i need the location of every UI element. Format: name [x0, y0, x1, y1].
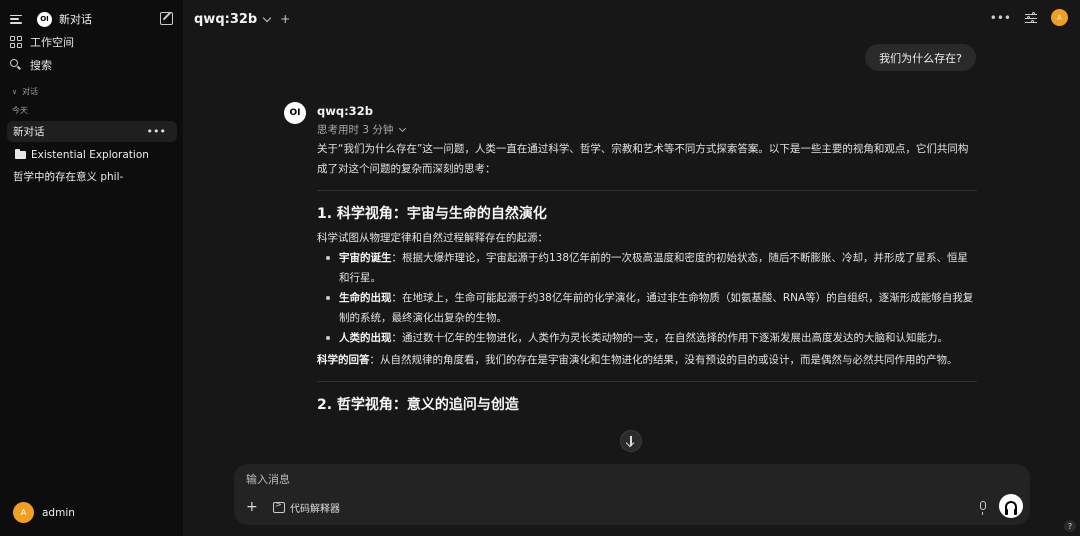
sidebar: OI 新对话 工作空间 搜索 ∨ 对话 今天 新对话 ••• Existenti…	[0, 0, 183, 536]
avatar[interactable]: A	[1051, 9, 1068, 26]
new-chat-edit-icon[interactable]	[160, 12, 173, 25]
model-name: qwq:32b	[194, 11, 258, 27]
list-item-text: ：在地球上，生命可能起源于约38亿年前的化学演化，通过非生命物质（如氨基酸、RN…	[339, 292, 974, 324]
search-icon	[10, 59, 22, 71]
search-label: 搜索	[30, 59, 52, 72]
more-options-icon[interactable]: •••	[990, 11, 1011, 25]
assistant-name: qwq:32b	[317, 104, 373, 118]
model-selector[interactable]: qwq:32b +	[194, 10, 290, 28]
chat-item-folder[interactable]: Existential Exploration	[7, 144, 177, 165]
conclusion-paragraph: 科学的回答：从自然规律的角度看，我们的存在是宇宙演化和生物进化的结果，没有预设的…	[317, 350, 977, 370]
chevron-down-icon	[262, 13, 272, 22]
divider	[317, 190, 977, 191]
assistant-avatar: OI	[284, 102, 306, 124]
thinking-label: 思考用时 3 分钟	[317, 124, 394, 136]
scroll-to-bottom-button[interactable]	[620, 430, 642, 452]
folder-icon	[15, 148, 26, 159]
sidebar-item-search[interactable]: 搜索	[10, 56, 175, 74]
message-input[interactable]	[246, 473, 946, 486]
chevron-down-icon	[399, 124, 407, 132]
code-interpreter-label: 代码解释器	[290, 503, 340, 515]
workspace-label: 工作空间	[30, 36, 74, 49]
menu-icon[interactable]	[10, 14, 22, 24]
help-button[interactable]: ?	[1064, 520, 1076, 532]
open-webui-logo: OI	[37, 11, 52, 27]
more-options-icon[interactable]: •••	[147, 125, 166, 138]
section-today-label: 今天	[12, 106, 28, 115]
conclusion-text: ：从自然规律的角度看，我们的存在是宇宙演化和生物进化的结果，没有预设的目的或设计…	[369, 354, 958, 366]
list-item-term: 生命的出现	[339, 292, 392, 304]
user-name: admin	[42, 506, 75, 519]
add-model-icon[interactable]: +	[280, 12, 290, 26]
section-heading: 2. 哲学视角：意义的追问与创造	[317, 397, 519, 413]
thinking-toggle[interactable]: 思考用时 3 分钟	[317, 122, 407, 137]
workspace-icon	[10, 36, 22, 48]
assistant-message: 关于“我们为什么存在”这一问题，人类一直在通过科学、哲学、宗教和艺术等不同方式探…	[317, 139, 977, 419]
controls-icon[interactable]	[1025, 11, 1037, 23]
headphones-icon	[1005, 500, 1017, 515]
user-menu[interactable]: A admin	[13, 502, 75, 523]
chat-item-active[interactable]: 新对话 •••	[7, 121, 177, 142]
header-actions: ••• A	[990, 9, 1068, 26]
chat-item-label: 哲学中的存在意义 phil-	[13, 171, 124, 183]
list-item: 人类的出现：通过数十亿年的生物进化，人类作为灵长类动物的一支，在自然选择的作用下…	[317, 328, 977, 348]
conclusion-term: 科学的回答	[317, 354, 370, 366]
terminal-icon	[273, 500, 285, 513]
new-chat-link[interactable]: 新对话	[59, 11, 92, 27]
section-heading: 1. 科学视角：宇宙与生命的自然演化	[317, 206, 547, 222]
add-attachment-button[interactable]: +	[246, 499, 258, 515]
intro-paragraph: 关于“我们为什么存在”这一问题，人类一直在通过科学、哲学、宗教和艺术等不同方式探…	[317, 143, 969, 175]
list-item-term: 人类的出现	[339, 332, 392, 344]
section-chats-toggle[interactable]: ∨ 对话	[12, 86, 38, 97]
chat-item[interactable]: 哲学中的存在意义 phil-	[7, 166, 177, 187]
sidebar-header: OI 新对话	[10, 10, 175, 28]
arrow-down-icon	[630, 436, 632, 446]
chat-item-label: 新对话	[13, 126, 45, 138]
microphone-icon[interactable]	[980, 501, 986, 515]
list-item-term: 宇宙的诞生	[339, 252, 392, 264]
sidebar-item-workspace[interactable]: 工作空间	[10, 33, 175, 51]
list-item: 生命的出现：在地球上，生命可能起源于约38亿年前的化学演化，通过非生命物质（如氨…	[317, 288, 977, 328]
avatar: A	[13, 502, 34, 523]
section-lead: 科学试图从物理定律和自然过程解释存在的起源：	[317, 232, 548, 244]
divider	[317, 381, 977, 382]
voice-mode-button[interactable]	[999, 494, 1023, 518]
user-message-bubble: 我们为什么存在?	[865, 44, 976, 71]
list-item: 宇宙的诞生：根据大爆炸理论，宇宙起源于约138亿年前的一次极高温度和密度的初始状…	[317, 248, 977, 288]
list-item-text: ：根据大爆炸理论，宇宙起源于约138亿年前的一次极高温度和密度的初始状态，随后不…	[339, 252, 969, 284]
chevron-down-icon: ∨	[12, 87, 18, 96]
bullet-list: 宇宙的诞生：根据大爆炸理论，宇宙起源于约138亿年前的一次极高温度和密度的初始状…	[317, 248, 977, 348]
chat-item-label: Existential Exploration	[31, 148, 149, 161]
main-panel: qwq:32b + ••• A 我们为什么存在? OI qwq:32b 思考用时…	[183, 0, 1080, 536]
code-interpreter-button[interactable]: 代码解释器	[273, 499, 340, 515]
message-composer: + 代码解释器	[234, 464, 1030, 525]
section-chats-label: 对话	[22, 87, 39, 96]
list-item-text: ：通过数十亿年的生物进化，人类作为灵长类动物的一支，在自然选择的作用下逐渐发展出…	[391, 332, 949, 344]
